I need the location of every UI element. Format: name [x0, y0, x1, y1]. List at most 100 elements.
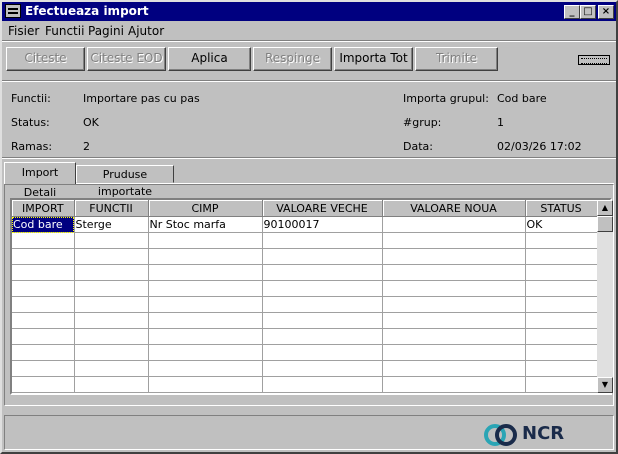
empty-cell[interactable] — [12, 248, 75, 265]
empty-cell[interactable] — [382, 360, 526, 377]
column-header-valoare-noua[interactable]: VALOARE NOUA — [382, 200, 526, 217]
respinge-button[interactable]: Respinge — [253, 47, 332, 71]
citeste-eod-button[interactable]: Citeste EOD — [87, 47, 166, 71]
empty-cell[interactable] — [74, 376, 149, 393]
empty-cell[interactable] — [382, 296, 526, 313]
scroll-thumb[interactable] — [597, 216, 613, 232]
empty-cell[interactable] — [148, 312, 263, 329]
empty-cell[interactable] — [262, 296, 383, 313]
empty-cell[interactable] — [382, 280, 526, 297]
empty-cell[interactable] — [148, 232, 263, 249]
cell-functii[interactable]: Sterge — [74, 216, 149, 233]
import-detail-grid[interactable]: IMPORT FUNCTII CIMP VALOARE VECHE VALOAR… — [10, 198, 612, 395]
empty-cell[interactable] — [74, 360, 149, 377]
empty-cell[interactable] — [382, 232, 526, 249]
table-row[interactable] — [12, 376, 598, 393]
empty-cell[interactable] — [382, 328, 526, 345]
empty-cell[interactable] — [148, 280, 263, 297]
table-row[interactable] — [12, 328, 598, 345]
trimite-button[interactable]: Trimite — [415, 47, 498, 71]
empty-cell[interactable] — [525, 312, 598, 329]
menu-functii[interactable]: Functii — [45, 24, 84, 38]
empty-cell[interactable] — [525, 264, 598, 281]
table-row[interactable] — [12, 280, 598, 297]
keyboard-icon[interactable] — [578, 55, 610, 65]
aplica-button[interactable]: Aplica — [168, 47, 251, 71]
empty-cell[interactable] — [74, 248, 149, 265]
empty-cell[interactable] — [12, 296, 75, 313]
scroll-up-arrow-icon[interactable]: ▲ — [597, 200, 613, 216]
empty-cell[interactable] — [148, 344, 263, 361]
empty-cell[interactable] — [12, 376, 75, 393]
menu-fisier[interactable]: Fisier — [8, 24, 39, 38]
empty-cell[interactable] — [525, 344, 598, 361]
minimize-button[interactable]: _ — [564, 5, 580, 19]
cell-status[interactable]: OK — [525, 216, 598, 233]
cell-valoare-noua[interactable] — [382, 216, 526, 233]
empty-cell[interactable] — [525, 376, 598, 393]
empty-cell[interactable] — [382, 312, 526, 329]
empty-cell[interactable] — [148, 264, 263, 281]
empty-cell[interactable] — [262, 376, 383, 393]
empty-cell[interactable] — [148, 360, 263, 377]
empty-cell[interactable] — [12, 360, 75, 377]
cell-valoare-veche[interactable]: 90100017 — [262, 216, 383, 233]
empty-cell[interactable] — [148, 328, 263, 345]
empty-cell[interactable] — [74, 280, 149, 297]
column-header-status[interactable]: STATUS — [525, 200, 598, 217]
empty-cell[interactable] — [148, 376, 263, 393]
title-bar[interactable]: Efectueaza import _ □ × — [2, 2, 616, 21]
empty-cell[interactable] — [525, 280, 598, 297]
empty-cell[interactable] — [148, 296, 263, 313]
empty-cell[interactable] — [262, 280, 383, 297]
empty-cell[interactable] — [525, 360, 598, 377]
empty-cell[interactable] — [74, 232, 149, 249]
table-row[interactable] — [12, 360, 598, 377]
empty-cell[interactable] — [262, 264, 383, 281]
empty-cell[interactable] — [525, 328, 598, 345]
empty-cell[interactable] — [525, 296, 598, 313]
empty-cell[interactable] — [382, 264, 526, 281]
empty-cell[interactable] — [12, 264, 75, 281]
tab-import-detali[interactable]: Import Detali — [4, 162, 76, 199]
app-menu-icon[interactable] — [5, 4, 21, 18]
empty-cell[interactable] — [74, 344, 149, 361]
cell-cimp[interactable]: Nr Stoc marfa — [148, 216, 263, 233]
table-row[interactable] — [12, 312, 598, 329]
empty-cell[interactable] — [525, 232, 598, 249]
empty-cell[interactable] — [148, 248, 263, 265]
table-row[interactable] — [12, 296, 598, 313]
column-header-valoare-veche[interactable]: VALOARE VECHE — [262, 200, 383, 217]
empty-cell[interactable] — [262, 328, 383, 345]
table-row[interactable] — [12, 232, 598, 249]
empty-cell[interactable] — [262, 232, 383, 249]
column-header-cimp[interactable]: CIMP — [148, 200, 263, 217]
empty-cell[interactable] — [262, 312, 383, 329]
table-row[interactable]: Cod bare Sterge Nr Stoc marfa 90100017 O… — [12, 216, 598, 233]
table-row[interactable] — [12, 264, 598, 281]
maximize-button[interactable]: □ — [580, 5, 596, 19]
importa-tot-button[interactable]: Importa Tot — [334, 47, 413, 71]
empty-cell[interactable] — [262, 360, 383, 377]
cell-import[interactable]: Cod bare — [12, 216, 75, 233]
empty-cell[interactable] — [262, 344, 383, 361]
menu-ajutor[interactable]: Ajutor — [128, 24, 164, 38]
empty-cell[interactable] — [74, 264, 149, 281]
tab-pruduse-importate[interactable]: Pruduse importate — [76, 165, 174, 198]
citeste-button[interactable]: Citeste — [6, 47, 85, 71]
empty-cell[interactable] — [74, 328, 149, 345]
column-header-functii[interactable]: FUNCTII — [74, 200, 149, 217]
empty-cell[interactable] — [74, 296, 149, 313]
close-button[interactable]: × — [598, 5, 614, 19]
grid-vertical-scrollbar[interactable]: ▲ ▼ — [597, 200, 613, 393]
empty-cell[interactable] — [12, 312, 75, 329]
empty-cell[interactable] — [382, 248, 526, 265]
empty-cell[interactable] — [74, 312, 149, 329]
scroll-down-arrow-icon[interactable]: ▼ — [597, 377, 613, 393]
empty-cell[interactable] — [262, 248, 383, 265]
empty-cell[interactable] — [12, 344, 75, 361]
empty-cell[interactable] — [382, 344, 526, 361]
empty-cell[interactable] — [12, 232, 75, 249]
table-row[interactable] — [12, 344, 598, 361]
empty-cell[interactable] — [525, 248, 598, 265]
